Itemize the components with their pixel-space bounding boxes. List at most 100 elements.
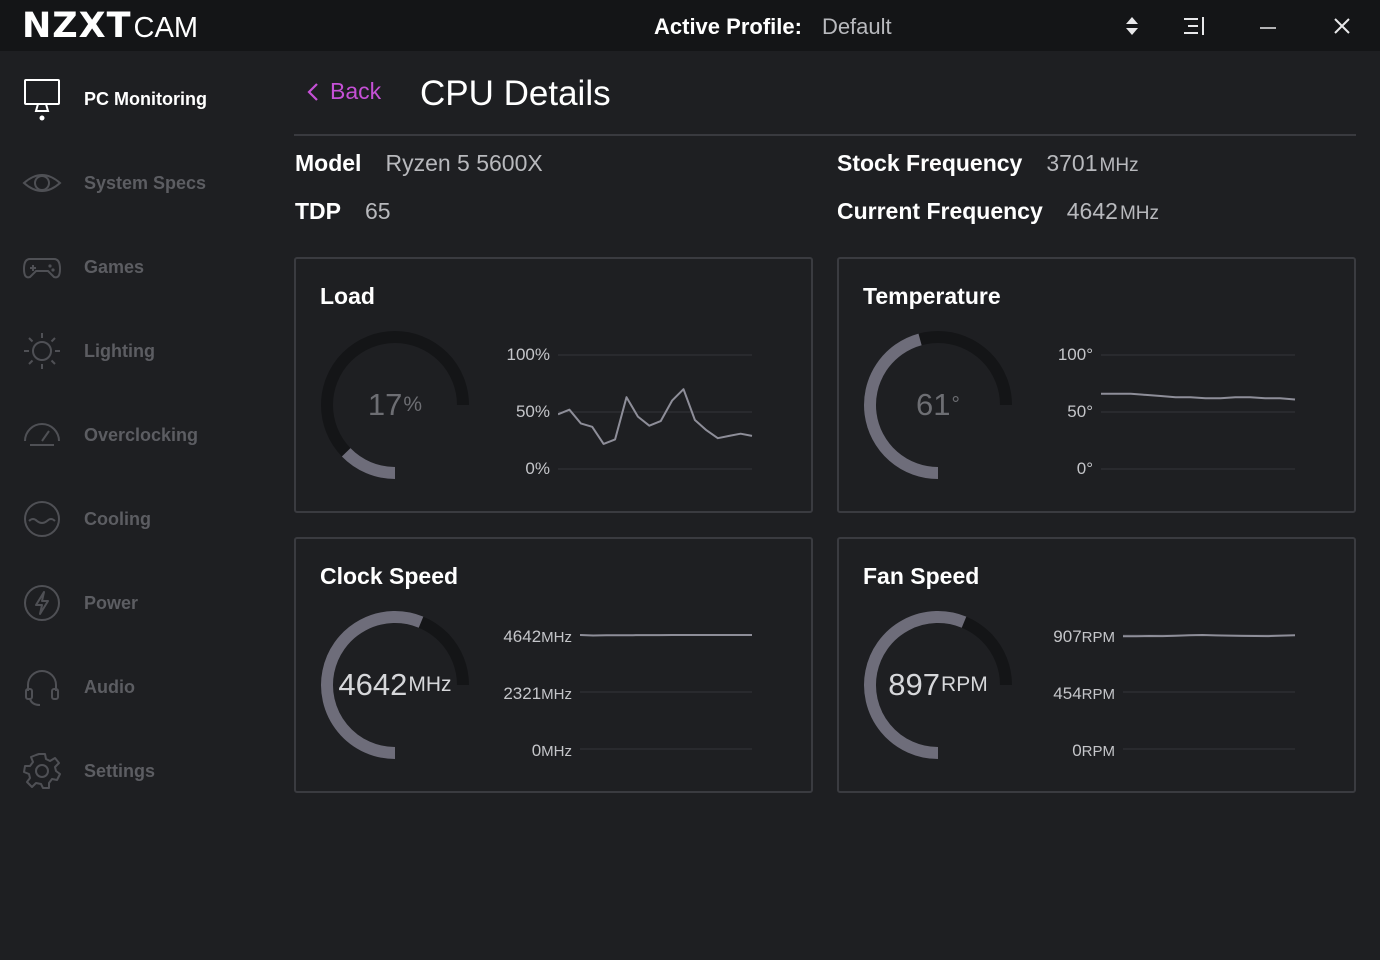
page-header: Back CPU Details — [294, 72, 1356, 136]
sun-icon — [22, 331, 62, 371]
fan-unit: RPM — [941, 673, 988, 696]
chevron-left-icon — [307, 82, 318, 101]
gear-icon — [22, 751, 62, 791]
water-icon — [22, 499, 62, 539]
sidebar-item-label: Overclocking — [84, 424, 199, 445]
back-button[interactable]: Back — [306, 78, 381, 105]
card-title: Load — [320, 283, 375, 309]
spec-current-value: 4642 — [1066, 198, 1118, 224]
menu-collapse-icon — [1184, 17, 1204, 35]
sidebar-item-label: Games — [84, 256, 145, 277]
axis-label-top: 4642MHz — [503, 627, 572, 646]
collapse-menu-button[interactable] — [1178, 10, 1210, 42]
load-history-chart — [558, 354, 753, 470]
sidebar-item-label: Settings — [84, 760, 156, 781]
page-title: CPU Details — [420, 74, 611, 113]
fan-value: 897 — [888, 667, 941, 702]
back-label: Back — [330, 78, 382, 104]
eye-icon — [22, 163, 62, 203]
bolt-icon — [22, 583, 62, 623]
axis-label-mid: 50% — [515, 402, 550, 421]
clock-speed-card: Clock Speed 4642 MHz 4642MHz 2321MHz 0MH… — [294, 537, 813, 793]
sidebar-item-overclocking[interactable]: Overclocking — [0, 393, 270, 477]
title-bar: NZXT CAM Active Profile: Default — [0, 0, 1380, 51]
fan-history-line — [1123, 634, 1296, 638]
profile-label: Active Profile: — [654, 14, 802, 39]
sidebar-item-label: PC Monitoring — [84, 88, 207, 109]
spec-model-label: Model — [295, 150, 362, 176]
load-gauge-value: 17 % — [319, 329, 471, 481]
sidebar-item-label: Cooling — [84, 508, 151, 529]
headset-icon — [22, 667, 62, 707]
axis-label-mid: 454RPM — [1053, 684, 1115, 703]
temperature-card: Temperature 61 ° 100° 50° 0° — [837, 257, 1356, 513]
spec-tdp: TDP 65 — [295, 198, 391, 225]
clock-gauge-value: 4642 MHz — [319, 609, 471, 761]
load-value: 17 — [367, 387, 403, 422]
clock-unit: MHz — [408, 673, 452, 696]
sidebar-item-label: Audio — [84, 676, 135, 697]
axis-label-mid: 50° — [1067, 402, 1093, 421]
sidebar-item-cooling[interactable]: Cooling — [0, 477, 270, 561]
clock-history-chart — [580, 634, 752, 750]
spec-current-unit: MHz — [1119, 203, 1159, 224]
axis-label-mid: 2321MHz — [503, 684, 572, 703]
load-history-line — [558, 388, 753, 445]
nzxt-cam-logo: NZXT CAM — [22, 8, 198, 44]
temperature-history-chart — [1101, 354, 1296, 470]
load-unit: % — [403, 393, 423, 416]
sidebar-item-lighting[interactable]: Lighting — [0, 309, 270, 393]
spec-tdp-label: TDP — [295, 198, 341, 224]
fan-gauge-value: 897 RPM — [862, 609, 1014, 761]
temperature-unit: ° — [951, 393, 960, 416]
close-button[interactable] — [1326, 10, 1358, 42]
spec-stock-unit: MHz — [1099, 155, 1139, 176]
spec-stock-label: Stock Frequency — [837, 150, 1023, 176]
temperature-value: 61 — [916, 387, 951, 422]
card-title: Fan Speed — [863, 563, 980, 589]
clock-history-line — [580, 634, 752, 637]
card-title: Temperature — [863, 283, 1001, 309]
sidebar-item-pc-monitoring[interactable]: PC Monitoring — [0, 57, 270, 141]
sidebar-item-power[interactable]: Power — [0, 561, 270, 645]
sidebar-item-label: Lighting — [84, 340, 155, 361]
sidebar-item-label: Power — [84, 592, 139, 613]
minimize-icon — [1260, 27, 1276, 29]
spec-stock-value: 3701 — [1046, 150, 1098, 176]
sort-arrows-icon — [1126, 17, 1138, 35]
temperature-gauge-value: 61 ° — [862, 329, 1014, 481]
gauge-icon — [22, 415, 62, 455]
axis-label-top: 907RPM — [1053, 627, 1115, 646]
axis-label-top: 100% — [506, 345, 551, 364]
sidebar-item-audio[interactable]: Audio — [0, 645, 270, 729]
active-profile[interactable]: Active Profile: Default — [654, 14, 892, 40]
spec-stock-frequency: Stock Frequency 3701 MHz — [837, 150, 1139, 177]
spec-model: Model Ryzen 5 5600X — [295, 150, 543, 177]
clock-value: 4642 — [338, 667, 408, 702]
logo-text-sub: CAM — [133, 12, 198, 44]
fan-speed-card: Fan Speed 897 RPM 907RPM 454RPM 0RPM — [837, 537, 1356, 793]
card-title: Clock Speed — [320, 563, 459, 589]
minimize-button[interactable] — [1252, 10, 1284, 42]
spec-model-value: Ryzen 5 5600X — [385, 150, 543, 176]
profile-value[interactable]: Default — [822, 14, 892, 40]
close-icon — [1334, 18, 1350, 34]
axis-label-bottom: 0MHz — [531, 741, 572, 760]
spec-current-label: Current Frequency — [837, 198, 1043, 224]
sidebar-item-settings[interactable]: Settings — [0, 729, 270, 813]
sidebar-nav: PC Monitoring System Specs Games Lightin… — [0, 51, 270, 960]
sidebar-item-games[interactable]: Games — [0, 225, 270, 309]
sidebar-item-label: System Specs — [84, 172, 207, 193]
axis-label-bottom: 0% — [525, 459, 550, 478]
profile-switch-button[interactable] — [1116, 10, 1148, 42]
load-card: Load 17 % 100% 50% 0% — [294, 257, 813, 513]
sidebar-item-system-specs[interactable]: System Specs — [0, 141, 270, 225]
axis-label-bottom: 0RPM — [1072, 741, 1115, 760]
monitor-icon — [22, 79, 62, 121]
logo-text-main: NZXT — [22, 6, 132, 46]
spec-current-frequency: Current Frequency 4642 MHz — [837, 198, 1159, 225]
gamepad-icon — [22, 247, 62, 287]
spec-tdp-value: 65 — [365, 198, 391, 224]
temperature-history-line — [1101, 392, 1296, 401]
axis-label-top: 100° — [1057, 345, 1093, 364]
